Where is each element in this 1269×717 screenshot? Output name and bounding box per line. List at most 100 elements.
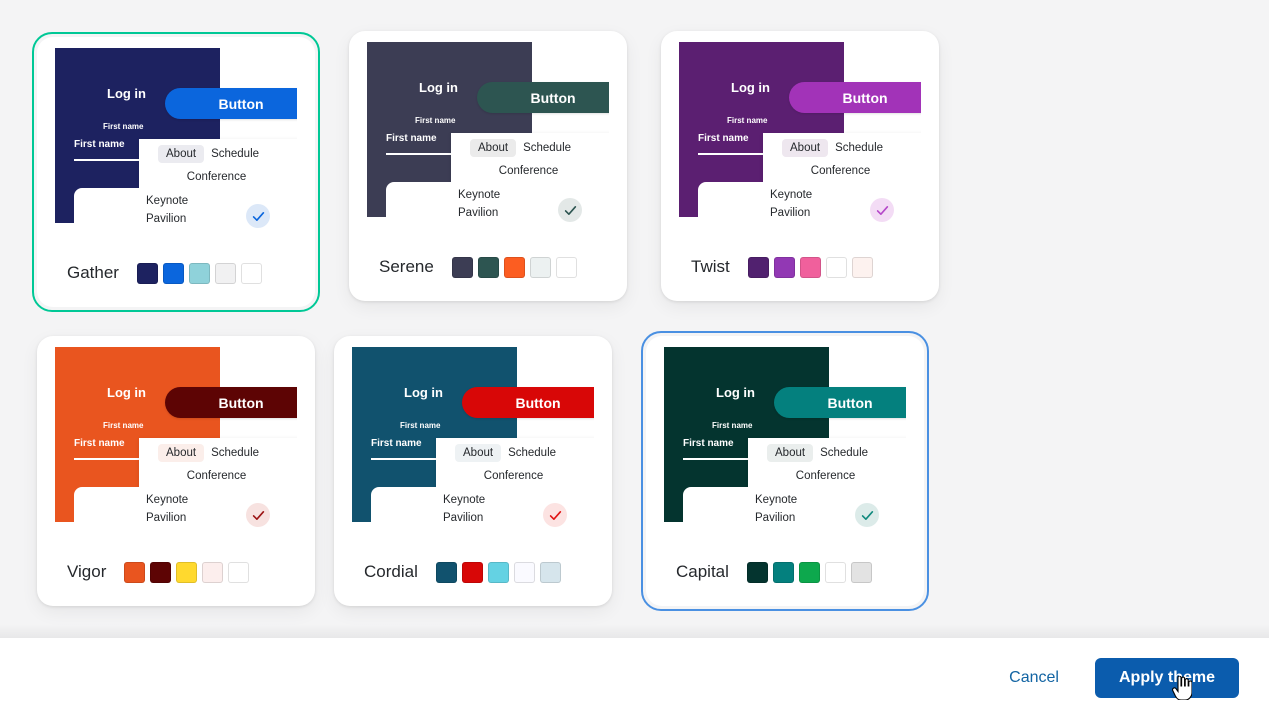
color-swatch-5 [539, 561, 561, 583]
theme-preview-mock: Log in First name First name About Schedule C… [352, 347, 594, 533]
theme-swatch-list [435, 561, 561, 583]
preview-button[interactable]: Button [774, 387, 906, 418]
color-swatch-1 [435, 561, 457, 583]
preview-tab-conference[interactable]: Conference [185, 168, 248, 186]
theme-card-serene[interactable]: Log in First name First name About Schedule C… [349, 31, 627, 301]
color-swatch-3 [799, 256, 821, 278]
theme-picker-screen: Log in First name First name About Schedule C… [0, 0, 1269, 717]
preview-tab-schedule[interactable]: Schedule [521, 139, 573, 157]
dialog-footer: Cancel Apply theme [0, 638, 1269, 717]
preview-button[interactable]: Button [462, 387, 594, 418]
color-swatch-1 [136, 262, 158, 284]
preview-tab-schedule[interactable]: Schedule [818, 444, 870, 462]
preview-button[interactable]: Button [165, 88, 297, 119]
preview-button[interactable]: Button [165, 387, 297, 418]
preview-check-icon[interactable] [543, 503, 567, 527]
theme-card-surface[interactable]: Log in First name First name About Schedule C… [349, 31, 627, 301]
preview-tabs-panel: About Schedule Conference [139, 438, 297, 492]
theme-swatch-list [747, 256, 873, 278]
preview-login-heading: Log in [419, 80, 458, 95]
preview-small-label: First name [727, 116, 768, 125]
preview-check-icon[interactable] [855, 503, 879, 527]
theme-name-label: Capital [676, 562, 729, 581]
color-swatch-4 [214, 262, 236, 284]
preview-small-label: First name [103, 421, 144, 430]
preview-login-heading: Log in [731, 80, 770, 95]
theme-card-footer: Vigor [37, 538, 315, 606]
theme-preview-mock: Log in First name First name About Schedule C… [664, 347, 906, 533]
preview-tab-about[interactable]: About [470, 139, 517, 157]
theme-card-surface[interactable]: Log in First name First name About Schedule C… [334, 336, 612, 606]
apply-theme-button[interactable]: Apply theme [1094, 657, 1239, 698]
theme-card-footer: Cordial [334, 538, 612, 606]
preview-list-item-label: Keynote Pavilion [458, 189, 501, 219]
preview-tab-conference[interactable]: Conference [809, 162, 872, 180]
preview-tab-schedule[interactable]: Schedule [209, 444, 261, 462]
theme-grid: Log in First name First name About Schedule C… [0, 0, 1269, 638]
preview-small-label: First name [103, 122, 144, 131]
preview-tab-conference[interactable]: Conference [794, 467, 857, 485]
theme-card-twist[interactable]: Log in First name First name About Schedule C… [661, 31, 939, 301]
color-swatch-4 [202, 561, 224, 583]
preview-tabs-panel: About Schedule Conference [748, 438, 906, 492]
color-swatch-5 [555, 256, 577, 278]
theme-gallery-scroll-area[interactable]: Log in First name First name About Schedule C… [0, 0, 1269, 638]
theme-card-capital[interactable]: Log in First name First name About Schedule C… [641, 331, 929, 611]
color-swatch-1 [124, 561, 146, 583]
preview-list-panel: Keynote Pavilion [371, 487, 594, 533]
preview-tab-about[interactable]: About [455, 444, 502, 462]
theme-card-footer: Capital [646, 538, 924, 606]
theme-card-vigor[interactable]: Log in First name First name About Schedule C… [37, 336, 315, 606]
preview-button[interactable]: Button [789, 82, 921, 113]
color-swatch-2 [150, 561, 172, 583]
theme-card-gather[interactable]: Log in First name First name About Schedule C… [32, 32, 320, 312]
preview-tab-conference[interactable]: Conference [482, 467, 545, 485]
preview-list-item-label: Keynote Pavilion [146, 195, 189, 225]
theme-card-footer: Gather [37, 239, 315, 307]
preview-button[interactable]: Button [477, 82, 609, 113]
preview-check-icon[interactable] [558, 198, 582, 222]
color-swatch-5 [850, 561, 872, 583]
theme-card-cordial[interactable]: Log in First name First name About Schedule C… [334, 336, 612, 606]
preview-list-panel: Keynote Pavilion [683, 487, 906, 533]
preview-tab-about[interactable]: About [767, 444, 814, 462]
theme-card-surface[interactable]: Log in First name First name About Schedule C… [37, 37, 315, 307]
preview-tab-about[interactable]: About [782, 139, 829, 157]
preview-tabs-panel: About Schedule Conference [763, 133, 921, 187]
preview-tab-about[interactable]: About [158, 444, 205, 462]
color-swatch-5 [228, 561, 250, 583]
preview-list-panel: Keynote Pavilion [698, 182, 921, 228]
preview-small-label: First name [400, 421, 441, 430]
preview-list-item-label: Keynote Pavilion [755, 494, 798, 524]
theme-card-surface[interactable]: Log in First name First name About Schedule C… [37, 336, 315, 606]
theme-preview-mock: Log in First name First name About Schedule C… [55, 347, 297, 533]
preview-small-label: First name [415, 116, 456, 125]
color-swatch-2 [773, 256, 795, 278]
preview-check-icon[interactable] [246, 204, 270, 228]
theme-swatch-list [746, 561, 872, 583]
theme-card-surface[interactable]: Log in First name First name About Schedule C… [646, 336, 924, 606]
preview-list-item-label: Keynote Pavilion [770, 189, 813, 219]
color-swatch-2 [772, 561, 794, 583]
theme-card-surface[interactable]: Log in First name First name About Schedule C… [661, 31, 939, 301]
preview-check-icon[interactable] [870, 198, 894, 222]
preview-list-panel: Keynote Pavilion [386, 182, 609, 228]
color-swatch-1 [747, 256, 769, 278]
preview-tabs-panel: About Schedule Conference [139, 139, 297, 193]
cancel-button[interactable]: Cancel [1005, 661, 1063, 695]
color-swatch-3 [176, 561, 198, 583]
color-swatch-5 [240, 262, 262, 284]
color-swatch-3 [798, 561, 820, 583]
preview-tab-conference[interactable]: Conference [497, 162, 560, 180]
preview-tab-conference[interactable]: Conference [185, 467, 248, 485]
theme-swatch-list [136, 262, 262, 284]
preview-tab-schedule[interactable]: Schedule [209, 145, 261, 163]
preview-tab-schedule[interactable]: Schedule [833, 139, 885, 157]
preview-check-icon[interactable] [246, 503, 270, 527]
theme-name-label: Twist [691, 257, 730, 276]
preview-login-heading: Log in [107, 86, 146, 101]
preview-tab-about[interactable]: About [158, 145, 205, 163]
preview-tab-schedule[interactable]: Schedule [506, 444, 558, 462]
preview-login-heading: Log in [107, 385, 146, 400]
color-swatch-1 [451, 256, 473, 278]
